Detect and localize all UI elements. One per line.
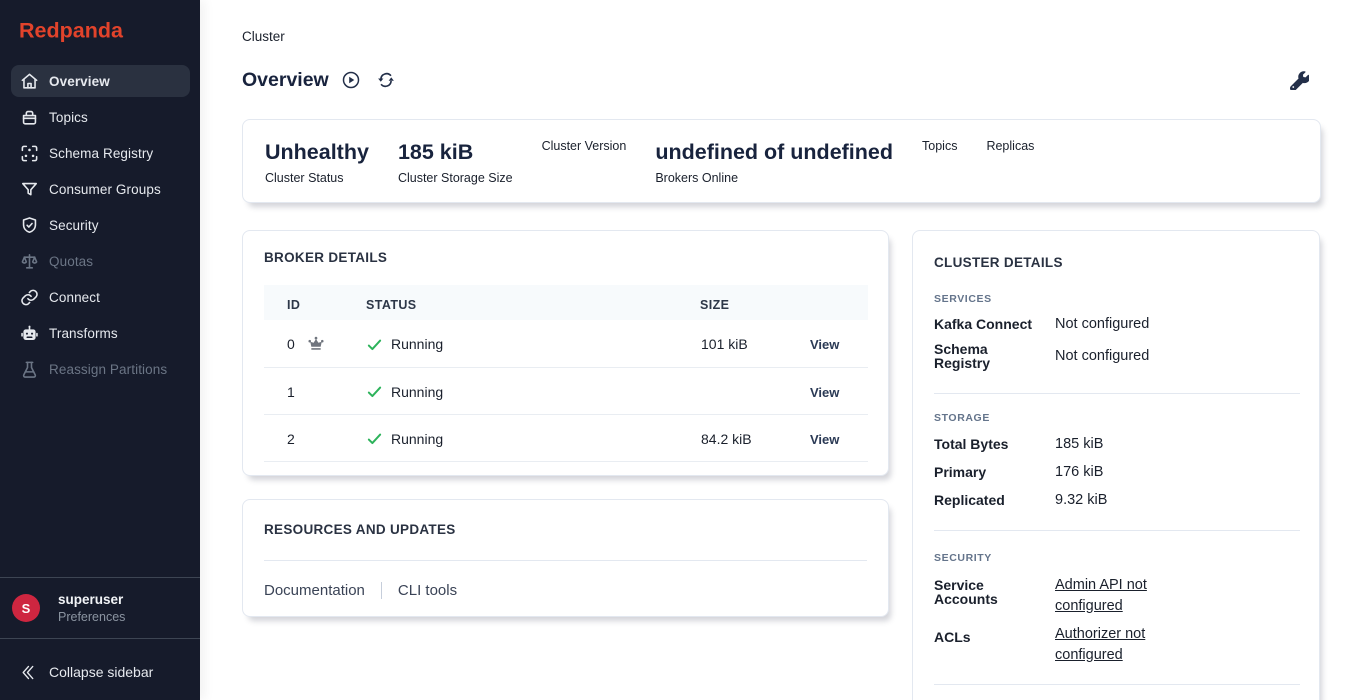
svg-text:Redpanda: Redpanda [19, 20, 124, 42]
